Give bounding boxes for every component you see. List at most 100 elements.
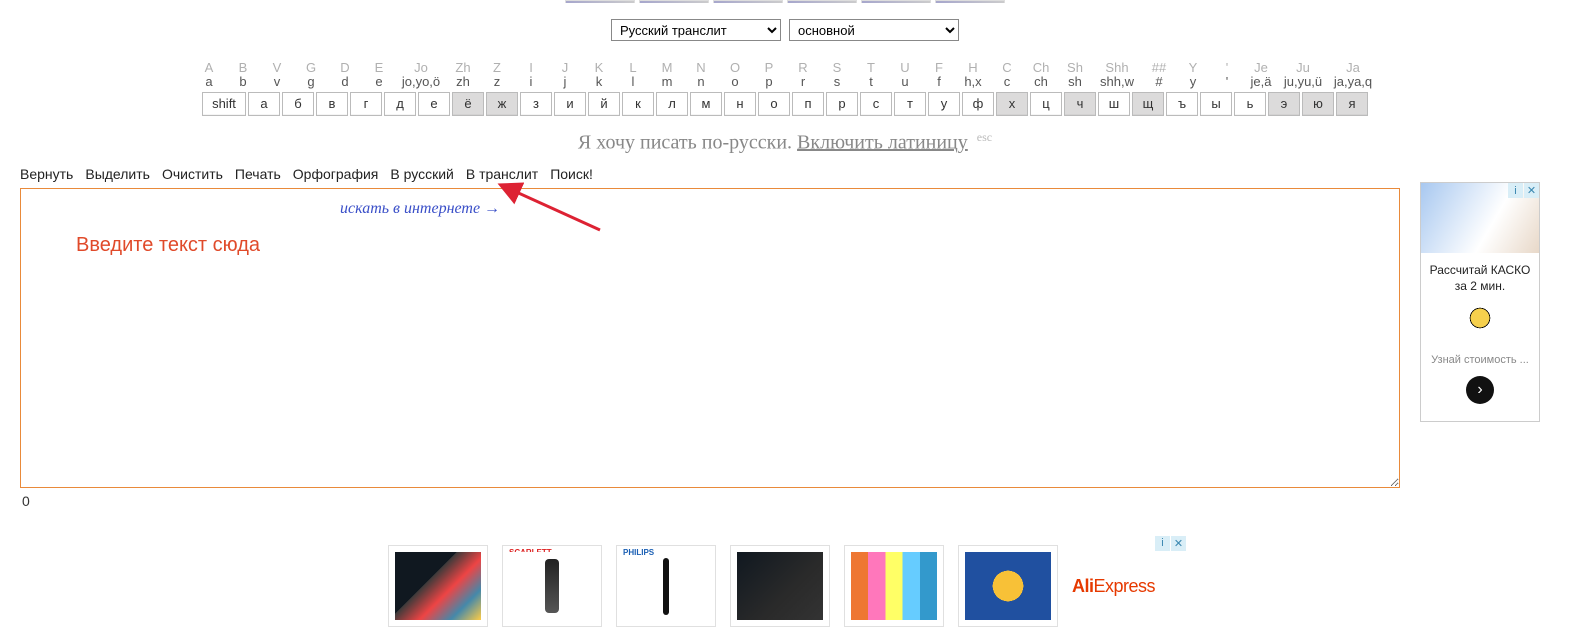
key-header: Vv bbox=[261, 61, 293, 90]
key-header: Jojo,yo,ö bbox=[397, 61, 445, 90]
key-header: Zhzh bbox=[447, 61, 479, 90]
keyboard-key[interactable]: ы bbox=[1200, 92, 1232, 116]
product-thumb[interactable]: PHILIPS bbox=[616, 545, 716, 627]
toggle-latin-link[interactable]: Включить латиницу bbox=[797, 131, 968, 153]
keyboard-key[interactable]: щ bbox=[1132, 92, 1164, 116]
keyboard-key[interactable]: т bbox=[894, 92, 926, 116]
key-header: '' bbox=[1211, 61, 1243, 90]
key-header: Tt bbox=[855, 61, 887, 90]
key-header: Ii bbox=[515, 61, 547, 90]
keyboard-key[interactable]: й bbox=[588, 92, 620, 116]
bottom-ad-strip: SCARLETT PHILIPS i ✕ AliExpress bbox=[0, 519, 1570, 637]
keyboard-key[interactable]: ю bbox=[1302, 92, 1334, 116]
key-header: Jj bbox=[549, 61, 581, 90]
virtual-keyboard: AaBbVvGgDdEeJojo,yo,öZhzhZzIiJjKkLlMmNnO… bbox=[0, 61, 1570, 120]
keyboard-key[interactable]: я bbox=[1336, 92, 1368, 116]
main-textarea[interactable] bbox=[20, 188, 1400, 488]
keyboard-key[interactable]: ч bbox=[1064, 92, 1096, 116]
key-header: Aa bbox=[193, 61, 225, 90]
toolbar: Вернуть Выделить Очистить Печать Орфогра… bbox=[0, 158, 1570, 186]
key-header: Dd bbox=[329, 61, 361, 90]
keyboard-key[interactable]: ё bbox=[452, 92, 484, 116]
keyboard-key[interactable]: м bbox=[690, 92, 722, 116]
ad-info-icon[interactable]: i bbox=[1508, 183, 1523, 198]
keyboard-key[interactable]: ъ bbox=[1166, 92, 1198, 116]
key-header: Jeje,ä bbox=[1245, 61, 1277, 90]
keyboard-key[interactable]: п bbox=[792, 92, 824, 116]
search-button[interactable]: Поиск! bbox=[550, 166, 593, 182]
print-button[interactable]: Печать bbox=[235, 166, 281, 182]
key-header: Ll bbox=[617, 61, 649, 90]
keyboard-key[interactable]: г bbox=[350, 92, 382, 116]
keyboard-key[interactable]: и bbox=[554, 92, 586, 116]
product-thumb[interactable] bbox=[388, 545, 488, 627]
keyboard-key[interactable]: ф bbox=[962, 92, 994, 116]
ad-close-icon[interactable]: ✕ bbox=[1524, 183, 1539, 198]
hint-prefix: Я хочу писать по-русски. bbox=[578, 131, 797, 153]
keyboard-key[interactable]: р bbox=[826, 92, 858, 116]
key-header: Ee bbox=[363, 61, 395, 90]
to-translit-button[interactable]: В транслит bbox=[466, 166, 538, 182]
editor-wrap: искать в интернете bbox=[20, 188, 1400, 491]
ad-brand-block[interactable]: i ✕ AliExpress bbox=[1072, 576, 1182, 597]
product-thumb[interactable] bbox=[844, 545, 944, 627]
key-header: Bb bbox=[227, 61, 259, 90]
key-header: Kk bbox=[583, 61, 615, 90]
product-thumb[interactable] bbox=[958, 545, 1058, 627]
key-header: Shhshh,w bbox=[1093, 61, 1141, 90]
keyboard-key[interactable]: о bbox=[758, 92, 790, 116]
keyboard-key[interactable]: л bbox=[656, 92, 688, 116]
keyboard-key[interactable]: х bbox=[996, 92, 1028, 116]
key-header: Gg bbox=[295, 61, 327, 90]
key-header: Hh,x bbox=[957, 61, 989, 90]
ad-subtext: Узнай стоимость ... bbox=[1427, 330, 1533, 376]
keyboard-key[interactable]: е bbox=[418, 92, 450, 116]
product-thumb[interactable]: SCARLETT bbox=[502, 545, 602, 627]
keyboard-key[interactable]: б bbox=[282, 92, 314, 116]
key-header: Yy bbox=[1177, 61, 1209, 90]
ad-headline: Рассчитай КАСКО за 2 мин. bbox=[1426, 253, 1535, 298]
shift-key[interactable]: shift bbox=[202, 92, 246, 116]
key-header: Oo bbox=[719, 61, 751, 90]
keyboard-key[interactable]: н bbox=[724, 92, 756, 116]
undo-button[interactable]: Вернуть bbox=[20, 166, 73, 182]
clear-button[interactable]: Очистить bbox=[162, 166, 223, 182]
chevron-right-icon[interactable]: › bbox=[1466, 376, 1494, 404]
keyboard-key[interactable]: э bbox=[1268, 92, 1300, 116]
layout-select[interactable]: Русский транслит bbox=[611, 19, 781, 41]
spell-button[interactable]: Орфография bbox=[293, 166, 379, 182]
ad-logo-icon bbox=[1468, 306, 1492, 330]
aliexpress-logo: AliExpress bbox=[1072, 576, 1155, 597]
keyboard-key[interactable]: з bbox=[520, 92, 552, 116]
ad-info-icon[interactable]: i bbox=[1155, 536, 1170, 551]
keyboard-key[interactable]: ц bbox=[1030, 92, 1062, 116]
key-header: Rr bbox=[787, 61, 819, 90]
side-ad-banner[interactable]: i ✕ Рассчитай КАСКО за 2 мин. Узнай стои… bbox=[1420, 182, 1540, 422]
esc-hint: esc bbox=[977, 130, 992, 144]
select-all-button[interactable]: Выделить bbox=[85, 166, 150, 182]
key-header: Chch bbox=[1025, 61, 1057, 90]
keyboard-key[interactable]: у bbox=[928, 92, 960, 116]
key-header: Ff bbox=[923, 61, 955, 90]
keyboard-key[interactable]: ш bbox=[1098, 92, 1130, 116]
key-header: Shsh bbox=[1059, 61, 1091, 90]
keyboard-key[interactable]: в bbox=[316, 92, 348, 116]
key-header: Juju,yu,ü bbox=[1279, 61, 1327, 90]
key-header: Nn bbox=[685, 61, 717, 90]
key-header: Ss bbox=[821, 61, 853, 90]
keyboard-key[interactable]: а bbox=[248, 92, 280, 116]
keyboard-key[interactable]: с bbox=[860, 92, 892, 116]
ad-close-icon[interactable]: ✕ bbox=[1171, 536, 1186, 551]
keyboard-key[interactable]: к bbox=[622, 92, 654, 116]
char-counter: 0 bbox=[0, 493, 1570, 519]
keyboard-key[interactable]: д bbox=[384, 92, 416, 116]
key-header: Zz bbox=[481, 61, 513, 90]
key-header: ### bbox=[1143, 61, 1175, 90]
key-header: Pp bbox=[753, 61, 785, 90]
product-thumb[interactable] bbox=[730, 545, 830, 627]
keyboard-key[interactable]: ь bbox=[1234, 92, 1266, 116]
mode-select[interactable]: основной bbox=[789, 19, 959, 41]
to-russian-button[interactable]: В русский bbox=[390, 166, 453, 182]
key-header: Cc bbox=[991, 61, 1023, 90]
keyboard-key[interactable]: ж bbox=[486, 92, 518, 116]
